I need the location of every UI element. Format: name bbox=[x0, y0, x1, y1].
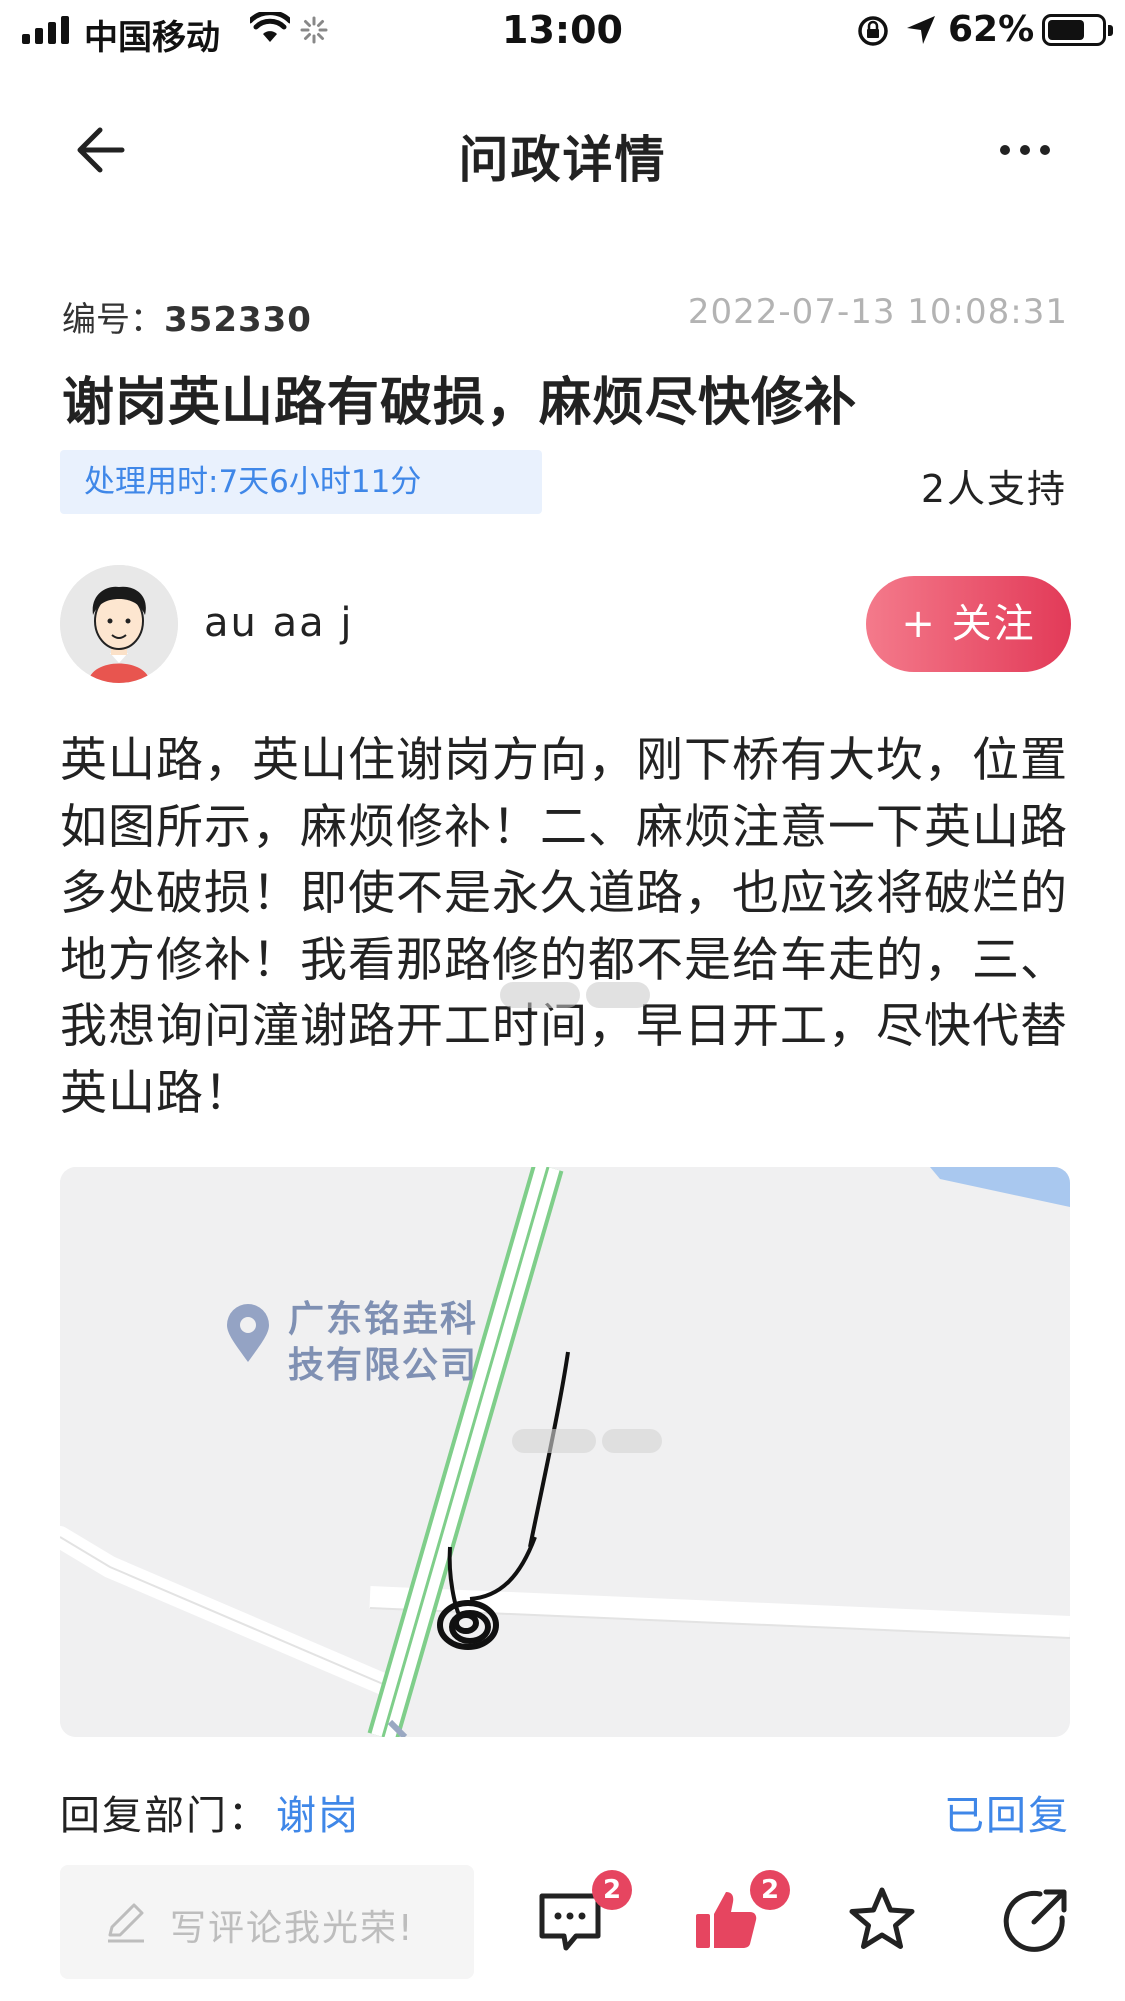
star-icon[interactable] bbox=[842, 1880, 922, 1960]
share-icon[interactable] bbox=[996, 1880, 1076, 1960]
post-content: 英山路，英山住谢岗方向，刚下桥有大坎，位置如图所示，麻烦修补！二、麻烦注意一下英… bbox=[60, 733, 1068, 1121]
map-image[interactable]: 广东铭垚科技有限公司 bbox=[60, 1167, 1070, 1737]
reply-department-label: 回复部门： bbox=[60, 1793, 270, 1839]
battery-icon bbox=[1042, 14, 1113, 46]
more-dots-icon[interactable] bbox=[990, 130, 1060, 170]
nav-bar: 问政详情 bbox=[0, 100, 1125, 200]
watermark-pill bbox=[512, 1429, 596, 1453]
comment-input[interactable]: 写评论我光荣! bbox=[60, 1865, 474, 1979]
post-timestamp: 2022-07-13 10:08:31 bbox=[687, 292, 1068, 332]
ticket-value: 352330 bbox=[164, 300, 312, 340]
reply-department[interactable]: 谢岗 bbox=[276, 1783, 360, 1841]
map-watermark bbox=[512, 1429, 662, 1453]
reply-row: 回复部门： 谢岗 已回复 bbox=[60, 1783, 1070, 1839]
location-icon bbox=[907, 16, 935, 44]
post-meta: 编号：352330 2022-07-13 10:08:31 bbox=[62, 292, 1068, 340]
rotation-lock-icon bbox=[858, 16, 888, 46]
watermark-pill bbox=[602, 1429, 662, 1453]
follow-button[interactable]: + 关注 bbox=[866, 576, 1071, 672]
ticket-label: 编号： bbox=[62, 300, 164, 340]
watermark-pill bbox=[500, 982, 580, 1008]
map-poi-label: 广东铭垚科技有限公司 bbox=[288, 1299, 479, 1386]
like-count-badge: 2 bbox=[750, 1870, 790, 1910]
support-count: 2人支持 bbox=[920, 467, 1067, 511]
post-title: 谢岗英山路有破损，麻烦尽快修补 bbox=[62, 373, 858, 433]
process-time-badge: 处理用时:7天6小时11分 bbox=[60, 450, 542, 514]
battery-percent: 62% bbox=[948, 9, 1035, 50]
status-bar: 中国移动 13:00 62% bbox=[0, 0, 1125, 62]
comment-count-badge: 2 bbox=[592, 1870, 632, 1910]
comment-placeholder: 写评论我光荣! bbox=[170, 1908, 415, 1949]
avatar-illustration bbox=[60, 565, 178, 683]
author-name[interactable]: au aa j bbox=[204, 600, 353, 646]
avatar[interactable] bbox=[60, 565, 178, 683]
pencil-icon bbox=[108, 1903, 144, 1943]
watermark-pill bbox=[586, 982, 650, 1008]
reply-status[interactable]: 已回复 bbox=[944, 1783, 1070, 1841]
watermark-logo bbox=[500, 982, 650, 1008]
page-title: 问政详情 bbox=[458, 131, 667, 189]
ticket-number: 编号：352330 bbox=[62, 292, 312, 341]
map-pin-icon bbox=[227, 1304, 269, 1362]
